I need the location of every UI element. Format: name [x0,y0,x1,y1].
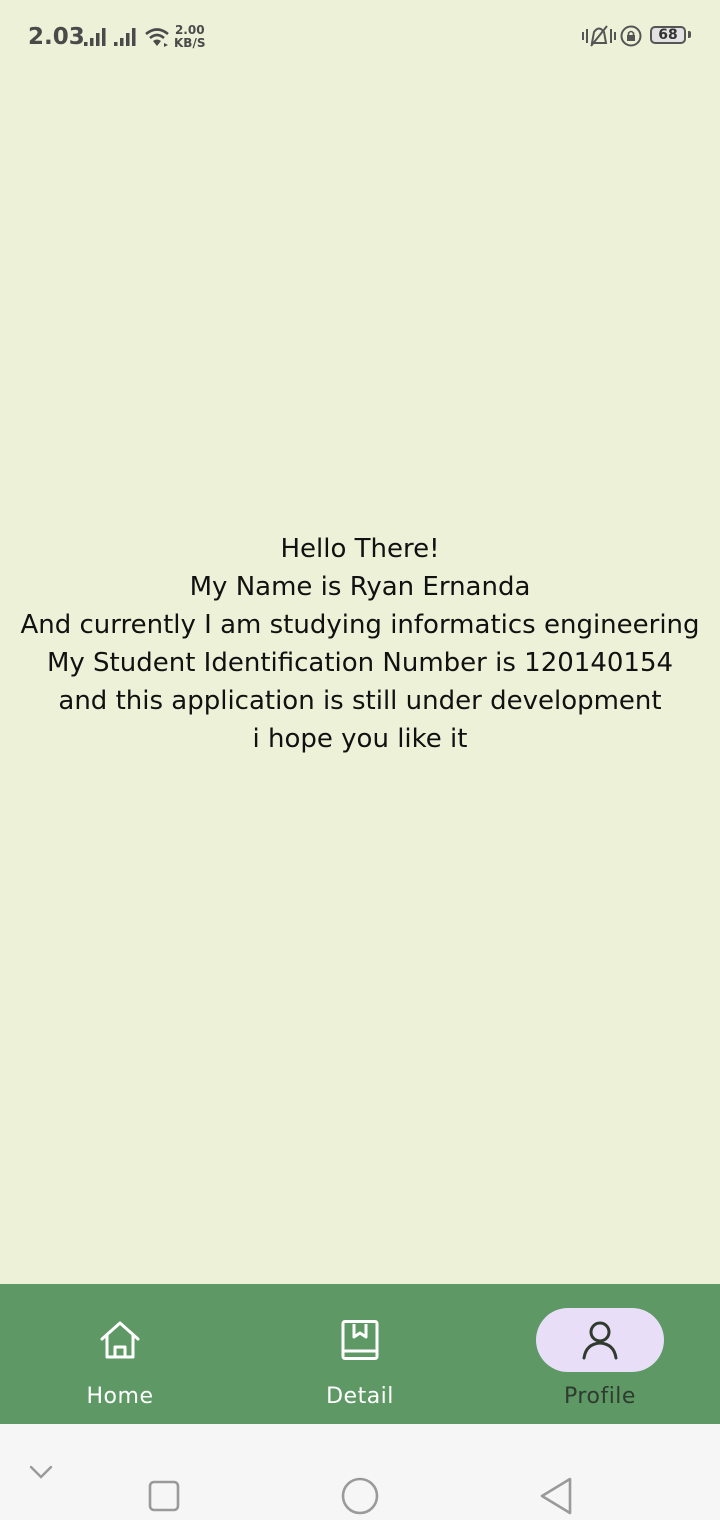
rotation-lock-icon [620,25,642,47]
closing-line: i hope you like it [252,724,468,754]
person-icon [582,1321,618,1360]
collapse-icon[interactable] [28,1462,54,1482]
battery-icon: 68 [650,26,686,44]
wifi-icon [145,28,169,47]
nav-item-detail[interactable]: Detail [240,1284,480,1424]
battery-nub [688,31,691,38]
network-speed-unit: KB/S [174,36,206,50]
study-line: And currently I am studying informatics … [20,610,700,640]
nav-item-profile[interactable]: Profile [480,1284,720,1424]
network-speed: 2.00 KB/S [174,24,205,50]
home-circle-icon[interactable] [340,1476,380,1516]
system-navigation-bar [0,1424,720,1520]
nav-label-home: Home [86,1384,154,1409]
status-bar: 2.03 2.00 KB/S 68 [0,0,720,72]
status-time: 2.03 [28,24,85,50]
home-icon [100,1321,140,1359]
back-icon[interactable] [538,1476,574,1516]
recents-icon[interactable] [148,1480,180,1512]
vibrate-icon [582,25,616,47]
nav-label-profile: Profile [564,1384,636,1409]
greeting-line: Hello There! [280,534,440,564]
signal-icon [84,28,106,46]
bottom-navigation: Home Detail Profile [0,1284,720,1424]
student-id-line: My Student Identification Number is 1201… [46,648,674,678]
book-icon [341,1320,379,1360]
name-line: My Name is Ryan Ernanda [189,572,531,602]
signal-icon [114,28,136,46]
nav-item-home[interactable]: Home [0,1284,240,1424]
nav-label-detail: Detail [326,1384,394,1409]
development-line: and this application is still under deve… [58,686,662,716]
profile-text: Hello There! My Name is Ryan Ernanda And… [0,530,720,758]
